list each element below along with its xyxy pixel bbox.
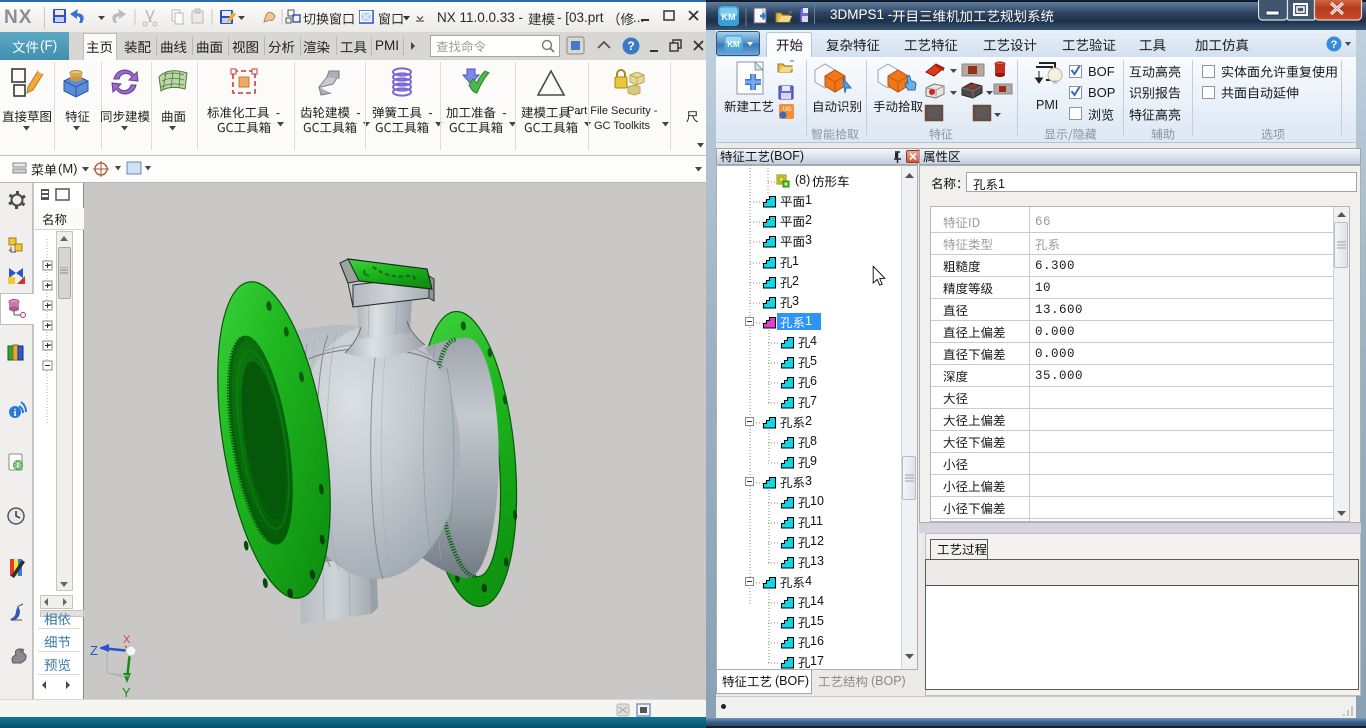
svg-text:Z: Z	[90, 643, 98, 658]
svg-text:X: X	[123, 634, 131, 646]
svg-text:KM: KM	[727, 40, 740, 49]
svg-text:i: i	[14, 408, 17, 419]
svg-text:KM: KM	[722, 12, 736, 22]
svg-text:?: ?	[627, 39, 634, 53]
svg-text:Y: Y	[122, 685, 131, 699]
svg-text:?: ?	[1331, 39, 1338, 51]
